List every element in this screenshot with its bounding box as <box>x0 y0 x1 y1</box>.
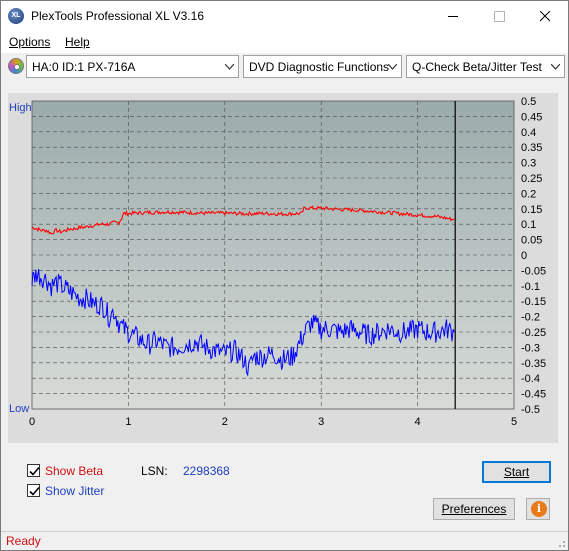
chevron-down-icon <box>551 64 560 70</box>
y-tick-label: -0.4 <box>521 373 540 385</box>
x-tick-label: 1 <box>125 416 131 428</box>
y-tick-label: 0.45 <box>521 111 542 123</box>
checkmark-icon <box>29 466 40 476</box>
lsn-value: 2298368 <box>183 464 230 478</box>
y-tick-label: 0.4 <box>521 127 536 139</box>
checkmark-icon <box>29 486 40 496</box>
preferences-button-label: Preferences <box>441 502 507 516</box>
drive-select-value: HA:0 ID:1 PX-716A <box>32 60 136 74</box>
start-button-label: Start <box>503 465 530 479</box>
y-high-label: High <box>9 102 32 114</box>
jitter-beta-chart: 0.5 0.45 0.4 0.35 0.3 0.25 0.2 0.15 0.1 0.05 0 -0.0… <box>8 93 558 443</box>
minimize-icon <box>448 16 458 17</box>
options-panel: Show Beta Show Jitter LSN: 2298368 Start… <box>8 453 558 525</box>
y-tick-label: -0.45 <box>521 389 546 401</box>
preferences-button[interactable]: Preferences <box>433 498 515 520</box>
window-title: PlexTools Professional XL V3.16 <box>31 9 204 23</box>
y-tick-label: -0.05 <box>521 265 546 277</box>
show-jitter-label[interactable]: Show Jitter <box>45 484 104 498</box>
minimize-button[interactable] <box>430 1 476 31</box>
y-tick-label: 0.5 <box>521 96 536 108</box>
x-tick-label: 2 <box>222 416 228 428</box>
y-tick-label: 0.3 <box>521 158 536 170</box>
y-low-label: Low <box>9 403 29 415</box>
function-select[interactable]: DVD Diagnostic Functions <box>243 55 402 78</box>
x-tick-label: 5 <box>511 416 517 428</box>
menu-options[interactable]: Options <box>9 35 50 49</box>
title-bar: XL PlexTools Professional XL V3.16 <box>1 1 568 31</box>
y-tick-label: -0.5 <box>521 404 540 416</box>
test-select-value: Q-Check Beta/Jitter Test <box>412 60 542 74</box>
test-select[interactable]: Q-Check Beta/Jitter Test <box>406 55 565 78</box>
y-tick-label: -0.1 <box>521 281 540 293</box>
y-tick-label: 0.2 <box>521 188 536 200</box>
chart-panel: 0.5 0.45 0.4 0.35 0.3 0.25 0.2 0.15 0.1 0.05 0 -0.0… <box>8 93 558 443</box>
drive-select[interactable]: HA:0 ID:1 PX-716A <box>26 55 239 78</box>
maximize-icon <box>494 11 505 22</box>
info-icon: i <box>531 501 547 517</box>
y-tick-label: -0.3 <box>521 342 540 354</box>
start-button[interactable]: Start <box>482 461 551 483</box>
menu-help-label: Help <box>65 35 90 49</box>
y-tick-label: 0.35 <box>521 142 542 154</box>
x-tick-label: 0 <box>29 416 35 428</box>
y-tick-label: -0.15 <box>521 296 546 308</box>
x-tick-label: 3 <box>318 416 324 428</box>
resize-grip-icon[interactable] <box>556 538 566 548</box>
chevron-down-icon <box>225 64 234 70</box>
disc-icon <box>8 58 24 74</box>
x-tick-label: 4 <box>415 416 421 428</box>
menu-options-label: Options <box>9 35 51 49</box>
y-tick-label: -0.25 <box>521 327 546 339</box>
menu-help[interactable]: Help <box>65 35 90 49</box>
status-bar: Ready <box>1 531 568 550</box>
status-text: Ready <box>6 534 41 548</box>
lsn-label: LSN: <box>141 464 168 478</box>
maximize-button <box>476 1 522 31</box>
y-tick-label: -0.2 <box>521 312 540 324</box>
y-tick-label: 0.1 <box>521 219 536 231</box>
y-tick-label: 0.05 <box>521 235 542 247</box>
y-tick-label: 0.25 <box>521 173 542 185</box>
function-select-value: DVD Diagnostic Functions <box>249 60 390 74</box>
menu-bar: Options Help <box>1 31 568 53</box>
grid-lines <box>31 100 515 410</box>
app-window: XL PlexTools Professional XL V3.16 Optio… <box>0 0 569 551</box>
info-button[interactable]: i <box>526 498 550 520</box>
y-tick-label: -0.35 <box>521 358 546 370</box>
close-button[interactable] <box>522 1 568 31</box>
toolbar: HA:0 ID:1 PX-716A DVD Diagnostic Functio… <box>1 54 568 79</box>
show-jitter-checkbox[interactable] <box>27 484 40 497</box>
show-beta-label[interactable]: Show Beta <box>45 464 103 478</box>
chevron-down-icon <box>388 64 397 70</box>
close-icon <box>540 11 551 22</box>
app-logo-icon: XL <box>8 8 24 24</box>
y-tick-label: 0.15 <box>521 204 542 216</box>
show-beta-checkbox[interactable] <box>27 464 40 477</box>
y-tick-label: 0 <box>521 250 527 262</box>
